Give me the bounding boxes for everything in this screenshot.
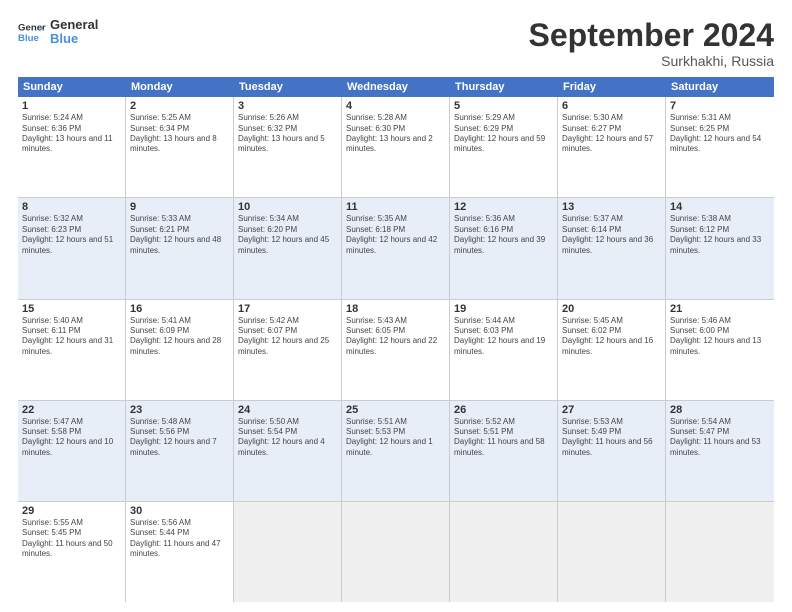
- day-2: 2 Sunrise: 5:25 AMSunset: 6:34 PMDayligh…: [126, 97, 234, 197]
- day-empty-1: [234, 502, 342, 602]
- day-empty-3: [450, 502, 558, 602]
- location: Surkhakhi, Russia: [529, 53, 774, 69]
- logo-text-general: General: [50, 18, 98, 32]
- day-22: 22 Sunrise: 5:47 AMSunset: 5:58 PMDaylig…: [18, 401, 126, 501]
- month-title: September 2024: [529, 18, 774, 53]
- calendar: Sunday Monday Tuesday Wednesday Thursday…: [18, 77, 774, 602]
- logo: General Blue General Blue: [18, 18, 98, 47]
- day-11: 11 Sunrise: 5:35 AMSunset: 6:18 PMDaylig…: [342, 198, 450, 298]
- title-block: September 2024 Surkhakhi, Russia: [529, 18, 774, 69]
- day-empty-2: [342, 502, 450, 602]
- day-28: 28 Sunrise: 5:54 AMSunset: 5:47 PMDaylig…: [666, 401, 774, 501]
- header-friday: Friday: [558, 77, 666, 97]
- day-6: 6 Sunrise: 5:30 AMSunset: 6:27 PMDayligh…: [558, 97, 666, 197]
- day-24: 24 Sunrise: 5:50 AMSunset: 5:54 PMDaylig…: [234, 401, 342, 501]
- week-row-3: 15 Sunrise: 5:40 AMSunset: 6:11 PMDaylig…: [18, 300, 774, 401]
- day-empty-5: [666, 502, 774, 602]
- day-9: 9 Sunrise: 5:33 AMSunset: 6:21 PMDayligh…: [126, 198, 234, 298]
- day-empty-4: [558, 502, 666, 602]
- header-wednesday: Wednesday: [342, 77, 450, 97]
- day-19: 19 Sunrise: 5:44 AMSunset: 6:03 PMDaylig…: [450, 300, 558, 400]
- day-27: 27 Sunrise: 5:53 AMSunset: 5:49 PMDaylig…: [558, 401, 666, 501]
- day-18: 18 Sunrise: 5:43 AMSunset: 6:05 PMDaylig…: [342, 300, 450, 400]
- calendar-body: 1 Sunrise: 5:24 AMSunset: 6:36 PMDayligh…: [18, 97, 774, 602]
- day-29: 29 Sunrise: 5:55 AMSunset: 5:45 PMDaylig…: [18, 502, 126, 602]
- week-row-5: 29 Sunrise: 5:55 AMSunset: 5:45 PMDaylig…: [18, 502, 774, 602]
- header-saturday: Saturday: [666, 77, 774, 97]
- day-3: 3 Sunrise: 5:26 AMSunset: 6:32 PMDayligh…: [234, 97, 342, 197]
- day-17: 17 Sunrise: 5:42 AMSunset: 6:07 PMDaylig…: [234, 300, 342, 400]
- day-7: 7 Sunrise: 5:31 AMSunset: 6:25 PMDayligh…: [666, 97, 774, 197]
- day-20: 20 Sunrise: 5:45 AMSunset: 6:02 PMDaylig…: [558, 300, 666, 400]
- logo-text-blue: Blue: [50, 32, 98, 46]
- day-13: 13 Sunrise: 5:37 AMSunset: 6:14 PMDaylig…: [558, 198, 666, 298]
- calendar-header: Sunday Monday Tuesday Wednesday Thursday…: [18, 77, 774, 97]
- day-14: 14 Sunrise: 5:38 AMSunset: 6:12 PMDaylig…: [666, 198, 774, 298]
- day-30: 30 Sunrise: 5:56 AMSunset: 5:44 PMDaylig…: [126, 502, 234, 602]
- week-row-4: 22 Sunrise: 5:47 AMSunset: 5:58 PMDaylig…: [18, 401, 774, 502]
- day-12: 12 Sunrise: 5:36 AMSunset: 6:16 PMDaylig…: [450, 198, 558, 298]
- day-23: 23 Sunrise: 5:48 AMSunset: 5:56 PMDaylig…: [126, 401, 234, 501]
- header: General Blue General Blue September 2024…: [18, 18, 774, 69]
- day-25: 25 Sunrise: 5:51 AMSunset: 5:53 PMDaylig…: [342, 401, 450, 501]
- day-15: 15 Sunrise: 5:40 AMSunset: 6:11 PMDaylig…: [18, 300, 126, 400]
- day-21: 21 Sunrise: 5:46 AMSunset: 6:00 PMDaylig…: [666, 300, 774, 400]
- day-10: 10 Sunrise: 5:34 AMSunset: 6:20 PMDaylig…: [234, 198, 342, 298]
- day-5: 5 Sunrise: 5:29 AMSunset: 6:29 PMDayligh…: [450, 97, 558, 197]
- day-16: 16 Sunrise: 5:41 AMSunset: 6:09 PMDaylig…: [126, 300, 234, 400]
- header-tuesday: Tuesday: [234, 77, 342, 97]
- week-row-1: 1 Sunrise: 5:24 AMSunset: 6:36 PMDayligh…: [18, 97, 774, 198]
- day-4: 4 Sunrise: 5:28 AMSunset: 6:30 PMDayligh…: [342, 97, 450, 197]
- header-monday: Monday: [126, 77, 234, 97]
- day-8: 8 Sunrise: 5:32 AMSunset: 6:23 PMDayligh…: [18, 198, 126, 298]
- header-thursday: Thursday: [450, 77, 558, 97]
- week-row-2: 8 Sunrise: 5:32 AMSunset: 6:23 PMDayligh…: [18, 198, 774, 299]
- calendar-page: General Blue General Blue September 2024…: [0, 0, 792, 612]
- day-1: 1 Sunrise: 5:24 AMSunset: 6:36 PMDayligh…: [18, 97, 126, 197]
- day-26: 26 Sunrise: 5:52 AMSunset: 5:51 PMDaylig…: [450, 401, 558, 501]
- header-sunday: Sunday: [18, 77, 126, 97]
- svg-text:Blue: Blue: [18, 33, 39, 44]
- logo-icon: General Blue: [18, 18, 46, 46]
